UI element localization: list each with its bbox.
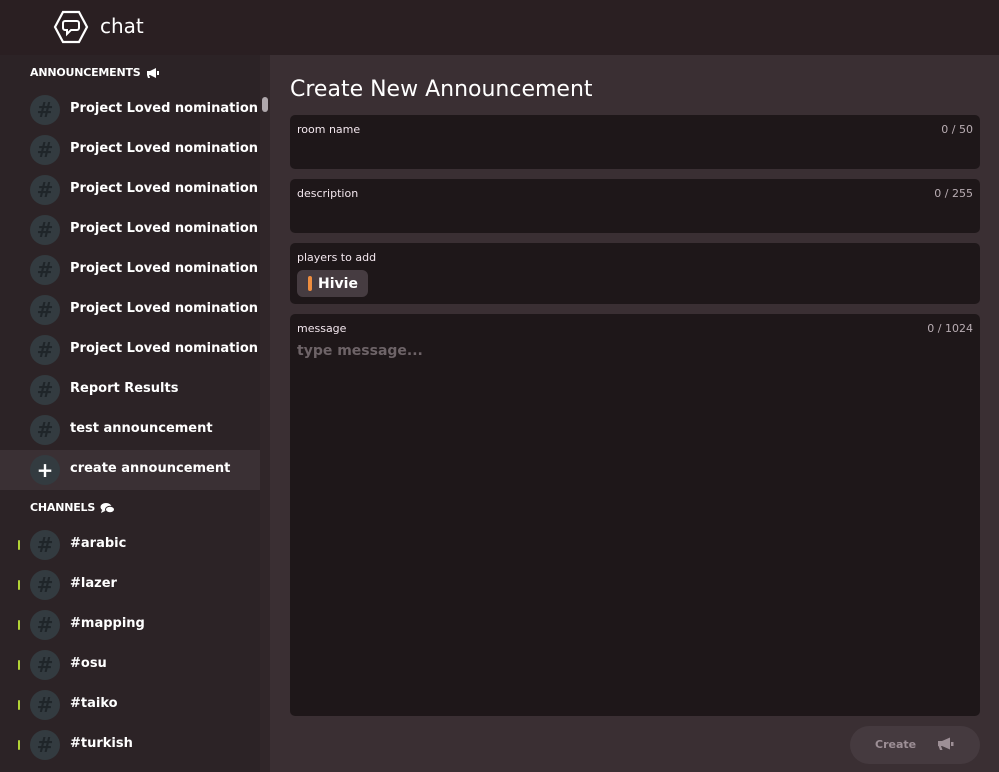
user-chip-name: Hivie <box>318 275 358 292</box>
announcement-item[interactable]: # Project Loved nomination <box>0 210 260 250</box>
announcement-item[interactable]: # Project Loved nomination <box>0 250 260 290</box>
chat-logo-icon <box>53 10 89 44</box>
hash-icon: # <box>30 375 60 405</box>
announcement-label: Project Loved nomination <box>70 261 258 276</box>
channels-section-header: CHANNELS <box>30 501 116 514</box>
hash-icon: # <box>30 255 60 285</box>
unread-indicator <box>18 620 20 630</box>
chat-bubbles-icon <box>100 502 116 513</box>
room-name-counter: 0 / 50 <box>941 123 973 136</box>
hash-icon: # <box>30 730 60 760</box>
players-to-add-field[interactable]: players to add Hivie <box>290 243 980 304</box>
message-field[interactable]: message 0 / 1024 type message... <box>290 314 980 716</box>
hash-icon: # <box>30 530 60 560</box>
announcement-label: Project Loved nomination <box>70 221 258 236</box>
channel-list: ANNOUNCEMENTS # Project Loved nomination… <box>0 55 260 772</box>
message-placeholder: type message... <box>297 343 423 359</box>
hash-icon: # <box>30 690 60 720</box>
players-label: players to add <box>297 251 377 264</box>
channel-label: #osu <box>70 656 107 671</box>
announcement-item[interactable]: # Project Loved nomination <box>0 170 260 210</box>
hash-icon: # <box>30 335 60 365</box>
hash-icon: # <box>30 415 60 445</box>
announcement-label: Project Loved nomination <box>70 301 258 316</box>
announcements-label: ANNOUNCEMENTS <box>30 66 141 79</box>
channel-item[interactable]: # #osu <box>0 645 260 685</box>
plus-icon: + <box>30 455 60 485</box>
channel-item[interactable]: # #taiko <box>0 685 260 725</box>
room-name-label: room name <box>297 123 361 136</box>
sidebar: ANNOUNCEMENTS # Project Loved nomination… <box>0 55 270 772</box>
megaphone-icon <box>146 67 159 78</box>
megaphone-icon <box>938 737 954 750</box>
channel-label: #turkish <box>70 736 133 751</box>
page-title: Create New Announcement <box>290 77 593 102</box>
unread-indicator <box>18 660 20 670</box>
hash-icon: # <box>30 650 60 680</box>
announcements-section-header: ANNOUNCEMENTS <box>30 66 160 79</box>
hash-icon: # <box>30 95 60 125</box>
hash-icon: # <box>30 135 60 165</box>
announcement-label: Project Loved nomination <box>70 141 258 156</box>
unread-indicator <box>18 740 20 750</box>
channel-label: #arabic <box>70 536 127 551</box>
announcement-item[interactable]: # Project Loved nomination <box>0 130 260 170</box>
room-name-field[interactable]: room name 0 / 50 <box>290 115 980 169</box>
create-announcement-label: create announcement <box>70 461 231 476</box>
channel-item[interactable]: # #lazer <box>0 565 260 605</box>
channel-item[interactable]: # #turkish <box>0 725 260 765</box>
announcement-item[interactable]: # Project Loved nomination <box>0 330 260 370</box>
hash-icon: # <box>30 295 60 325</box>
announcement-item[interactable]: # Project Loved nomination <box>0 290 260 330</box>
user-color-bar <box>308 276 312 291</box>
description-label: description <box>297 187 359 200</box>
user-chip[interactable]: Hivie <box>297 270 368 297</box>
message-counter: 0 / 1024 <box>927 322 973 335</box>
hash-icon: # <box>30 175 60 205</box>
announcement-label: test announcement <box>70 421 213 436</box>
description-counter: 0 / 255 <box>934 187 973 200</box>
create-button[interactable]: Create <box>850 726 980 764</box>
sidebar-scrollbar[interactable] <box>260 55 270 772</box>
description-field[interactable]: description 0 / 255 <box>290 179 980 233</box>
announcement-label: Project Loved nomination <box>70 101 258 116</box>
channel-item[interactable]: # #arabic <box>0 525 260 565</box>
app-header: chat <box>0 0 999 55</box>
announcement-item[interactable]: # Project Loved nomination <box>0 90 260 130</box>
announcement-label: Report Results <box>70 381 179 396</box>
channel-label: #lazer <box>70 576 117 591</box>
app-title: chat <box>100 14 144 38</box>
channel-item[interactable]: # #mapping <box>0 605 260 645</box>
channel-label: #mapping <box>70 616 145 631</box>
create-button-label: Create <box>875 738 917 751</box>
sidebar-scrollbar-thumb[interactable] <box>262 97 268 112</box>
hash-icon: # <box>30 215 60 245</box>
announcement-item[interactable]: # Report Results <box>0 370 260 410</box>
unread-indicator <box>18 540 20 550</box>
message-label: message <box>297 322 347 335</box>
hash-icon: # <box>30 610 60 640</box>
channels-label: CHANNELS <box>30 501 96 514</box>
create-announcement-panel: Create New Announcement room name 0 / 50… <box>270 55 999 772</box>
unread-indicator <box>18 700 20 710</box>
announcement-label: Project Loved nomination <box>70 181 258 196</box>
hash-icon: # <box>30 570 60 600</box>
announcement-label: Project Loved nomination <box>70 341 258 356</box>
create-announcement-button[interactable]: + create announcement <box>0 450 260 490</box>
unread-indicator <box>18 580 20 590</box>
channel-label: #taiko <box>70 696 118 711</box>
announcement-item[interactable]: # test announcement <box>0 410 260 450</box>
